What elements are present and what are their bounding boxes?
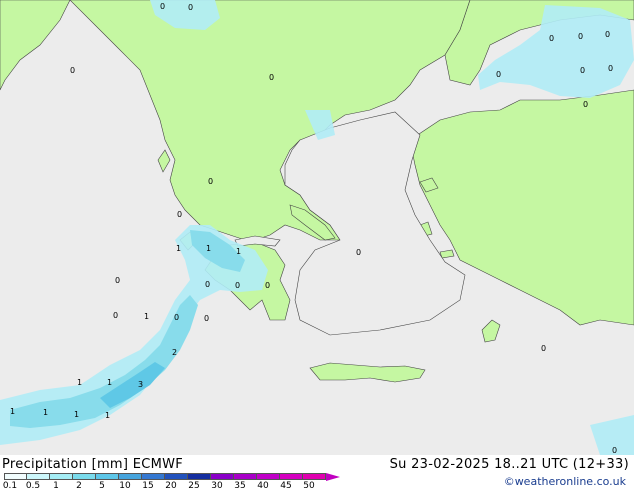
- scale-swatch: [211, 473, 234, 480]
- map-value-label: 1: [105, 411, 110, 420]
- map-value-label: 0: [580, 66, 585, 75]
- credit-link[interactable]: ©weatheronline.co.uk: [504, 475, 626, 488]
- map-value-label: 1: [236, 247, 241, 256]
- map-value-label: 0: [177, 210, 182, 219]
- model-label: ECMWF: [132, 457, 184, 472]
- map-value-label: 0: [549, 34, 554, 43]
- map-value-label: 0: [205, 280, 210, 289]
- map-value-label: 1: [206, 244, 211, 253]
- map-value-label: 0: [70, 66, 75, 75]
- map-value-label: 0: [496, 70, 501, 79]
- map-value-label: 0: [265, 281, 270, 290]
- map-value-label: 0: [188, 3, 193, 12]
- scale-swatch: [188, 473, 211, 480]
- map-value-label: 0: [115, 276, 120, 285]
- scale-arrow: [326, 472, 340, 481]
- map-value-label: 1: [74, 410, 79, 419]
- map-value-label: 1: [176, 244, 181, 253]
- map-value-label: 0: [113, 311, 118, 320]
- scale-swatch: [4, 473, 27, 480]
- map-value-label: 0: [208, 177, 213, 186]
- map-caption: Precipitation [mm] ECMWF: [2, 457, 183, 472]
- color-scale: [4, 472, 340, 481]
- map-value-label: 0: [269, 73, 274, 82]
- scale-swatch: [73, 473, 96, 480]
- map-value-label: 2: [172, 348, 177, 357]
- scale-swatch: [257, 473, 280, 480]
- scale-swatch: [303, 473, 326, 480]
- variable-label: Precipitation [mm]: [2, 457, 129, 472]
- map-canvas: 0 0 0 0 0 0 0 0 0 0 0 0 0 1 1 1 0 0 0 0 …: [0, 0, 634, 455]
- map-value-label: 0: [541, 344, 546, 353]
- precipitation-map: 0 0 0 0 0 0 0 0 0 0 0 0 0 1 1 1 0 0 0 0 …: [0, 0, 634, 455]
- map-value-label: 0: [608, 64, 613, 73]
- scale-swatch: [119, 473, 142, 480]
- scale-swatch: [234, 473, 257, 480]
- map-value-label: 1: [77, 378, 82, 387]
- map-value-label: 0: [356, 248, 361, 257]
- scale-swatch: [96, 473, 119, 480]
- map-value-label: 0: [583, 100, 588, 109]
- map-value-label: 0: [160, 2, 165, 11]
- map-footer: Precipitation [mm] ECMWF Su 23-02-2025 1…: [0, 455, 634, 491]
- map-value-label: 0: [612, 446, 617, 455]
- validity-time: Su 23-02-2025 18..21 UTC (12+33): [389, 457, 629, 472]
- scale-swatch: [280, 473, 303, 480]
- map-value-label: 1: [144, 312, 149, 321]
- scale-swatch: [165, 473, 188, 480]
- scale-swatch: [27, 473, 50, 480]
- map-value-label: 0: [605, 30, 610, 39]
- map-value-label: 0: [174, 313, 179, 322]
- map-value-label: 3: [138, 380, 143, 389]
- scale-swatch: [50, 473, 73, 480]
- map-value-label: 0: [235, 281, 240, 290]
- map-value-label: 0: [578, 32, 583, 41]
- map-value-label: 1: [43, 408, 48, 417]
- map-value-label: 1: [107, 378, 112, 387]
- map-value-label: 1: [10, 407, 15, 416]
- scale-swatch: [142, 473, 165, 480]
- map-value-label: 0: [204, 314, 209, 323]
